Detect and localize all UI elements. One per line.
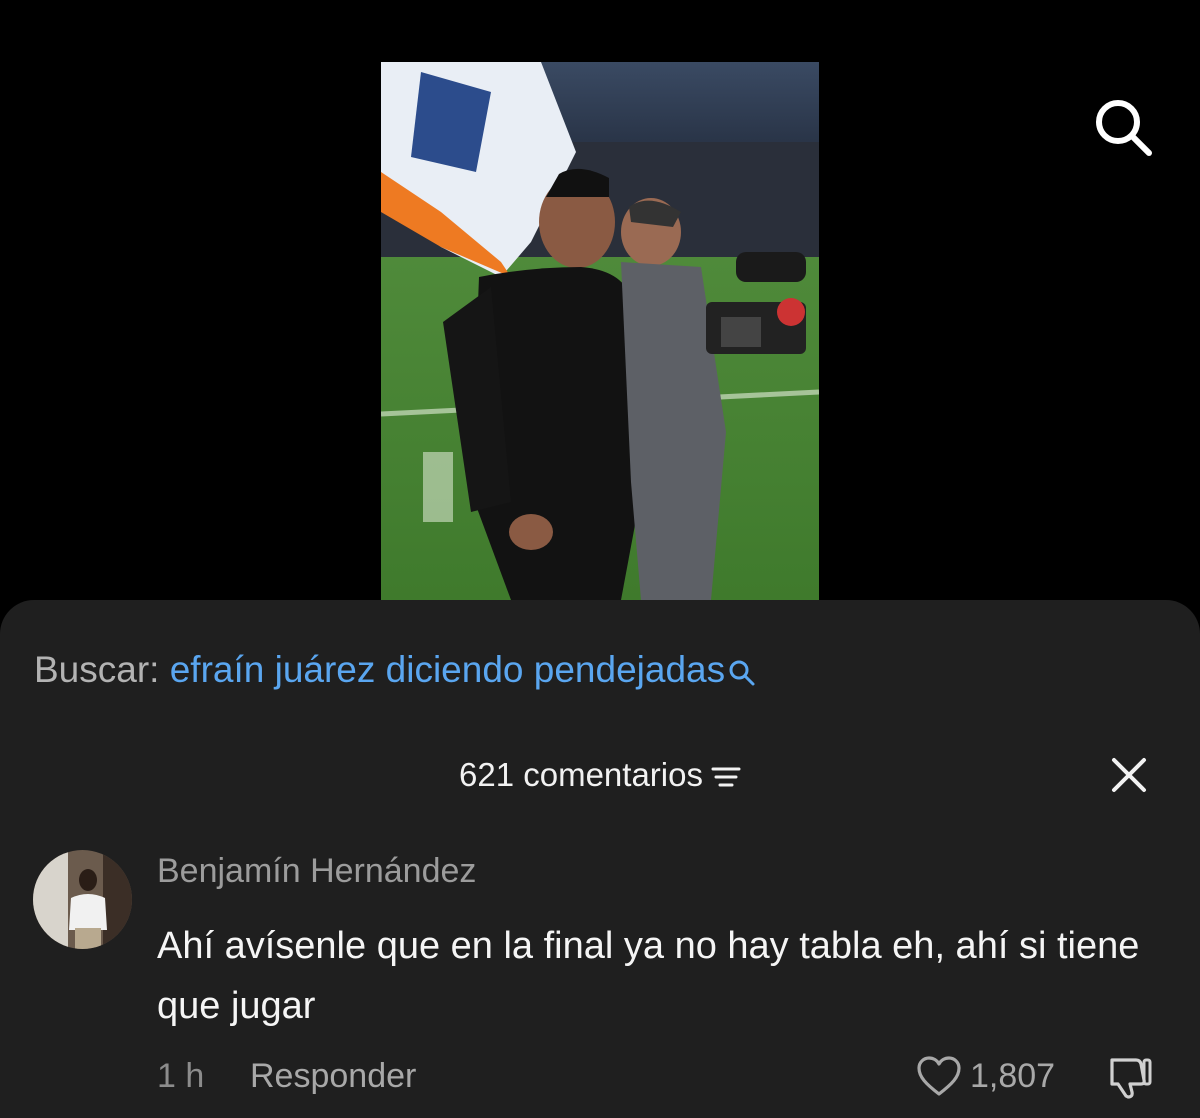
comment-sort-toggle[interactable]: 621 comentarios [459,756,741,794]
close-icon [1112,758,1146,792]
comment-text: Ahí avísenle que en la final ya no hay t… [157,925,1140,1027]
video-player[interactable] [381,62,819,600]
dislike-button[interactable] [1106,1054,1154,1105]
reply-button[interactable]: Responder [250,1052,416,1100]
search-query-link[interactable]: efraín juárez diciendo pendejadas [170,649,725,690]
close-button[interactable] [1104,750,1154,800]
screen: Buscar: efraín juárez diciendo pendejada… [0,0,1200,1118]
search-prefix: Buscar: [34,649,170,690]
comment-item: Benjamín Hernández Ahí avísenle que en l… [0,850,1200,1118]
avatar[interactable] [33,850,132,949]
search-icon [1096,100,1152,156]
search-suggestion[interactable]: Buscar: efraín juárez diciendo pendejada… [34,644,757,702]
sort-icon [711,767,741,787]
comment-count: 621 comentarios [459,756,703,793]
heart-icon[interactable] [916,1055,962,1097]
search-button[interactable] [1090,94,1156,160]
avatar-image [33,850,132,949]
comment-timestamp: 1 h [157,1057,205,1095]
comment-author[interactable]: Benjamín Hernández [157,852,476,891]
video-frame [381,62,819,600]
like-count: 1,807 [970,1056,1056,1095]
comments-header: 621 comentarios [0,750,1200,800]
like-group: 1,807 [916,1052,1055,1100]
search-icon [727,650,757,702]
dislike-icon [1110,1058,1152,1099]
comments-sheet: Buscar: efraín juárez diciendo pendejada… [0,600,1200,1118]
